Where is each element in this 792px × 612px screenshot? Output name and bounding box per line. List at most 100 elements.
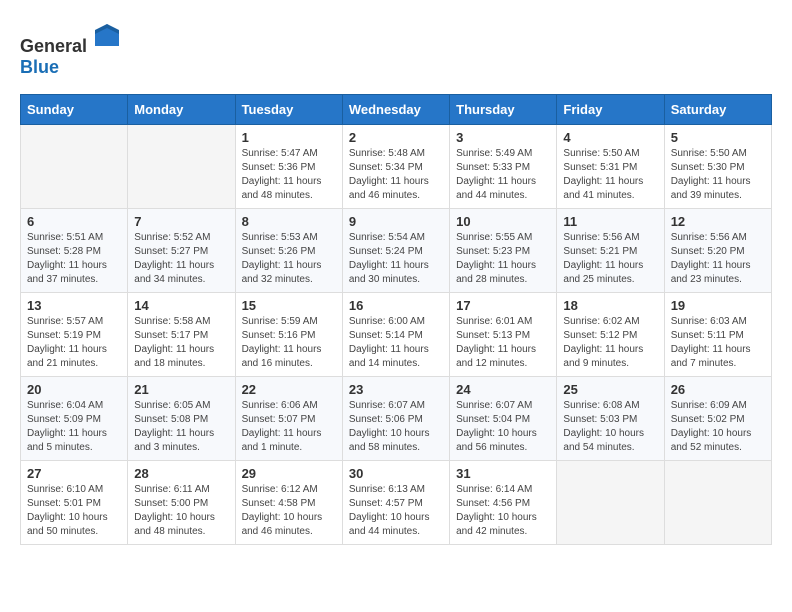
day-number: 28 bbox=[134, 466, 228, 481]
calendar-cell bbox=[664, 461, 771, 545]
day-info: Sunrise: 5:52 AM Sunset: 5:27 PM Dayligh… bbox=[134, 231, 228, 287]
day-number: 6 bbox=[27, 214, 121, 229]
day-info: Sunrise: 5:53 AM Sunset: 5:26 PM Dayligh… bbox=[242, 231, 336, 287]
weekday-wednesday: Wednesday bbox=[342, 95, 449, 125]
day-number: 4 bbox=[563, 130, 657, 145]
calendar-cell: 8 Sunrise: 5:53 AM Sunset: 5:26 PM Daylig… bbox=[235, 209, 342, 293]
calendar-cell: 12Sunrise: 5:56 AM Sunset: 5:20 PM Dayli… bbox=[664, 209, 771, 293]
day-number: 24 bbox=[456, 382, 550, 397]
day-number: 11 bbox=[563, 214, 657, 229]
day-number: 16 bbox=[349, 298, 443, 313]
day-number: 12 bbox=[671, 214, 765, 229]
calendar-cell: 24 Sunrise: 6:07 AM Sunset: 5:04 PM Dayli… bbox=[450, 377, 557, 461]
calendar-cell: 17 Sunrise: 6:01 AM Sunset: 5:13 PM Dayli… bbox=[450, 293, 557, 377]
day-info: Sunrise: 5:48 AM Sunset: 5:34 PM Dayligh… bbox=[349, 147, 443, 203]
calendar-cell: 11 Sunrise: 5:56 AM Sunset: 5:21 PM Dayli… bbox=[557, 209, 664, 293]
day-info: Sunrise: 5:58 AM Sunset: 5:17 PM Dayligh… bbox=[134, 315, 228, 371]
calendar-cell: 29Sunrise: 6:12 AM Sunset: 4:58 PM Dayli… bbox=[235, 461, 342, 545]
weekday-monday: Monday bbox=[128, 95, 235, 125]
calendar-cell: 3Sunrise: 5:49 AM Sunset: 5:33 PM Daylig… bbox=[450, 125, 557, 209]
day-info: Sunrise: 5:49 AM Sunset: 5:33 PM Dayligh… bbox=[456, 147, 550, 203]
calendar-cell: 30 Sunrise: 6:13 AM Sunset: 4:57 PM Dayli… bbox=[342, 461, 449, 545]
calendar-cell: 19 Sunrise: 6:03 AM Sunset: 5:11 PM Dayli… bbox=[664, 293, 771, 377]
calendar-cell: 14 Sunrise: 5:58 AM Sunset: 5:17 PM Dayli… bbox=[128, 293, 235, 377]
logo-icon bbox=[91, 20, 123, 52]
weekday-thursday: Thursday bbox=[450, 95, 557, 125]
day-info: Sunrise: 6:11 AM Sunset: 5:00 PM Dayligh… bbox=[134, 483, 228, 539]
day-info: Sunrise: 5:50 AM Sunset: 5:31 PM Dayligh… bbox=[563, 147, 657, 203]
calendar-cell bbox=[128, 125, 235, 209]
day-info: Sunrise: 6:07 AM Sunset: 5:04 PM Dayligh… bbox=[456, 399, 550, 455]
calendar-cell: 10Sunrise: 5:55 AM Sunset: 5:23 PM Dayli… bbox=[450, 209, 557, 293]
day-info: Sunrise: 6:01 AM Sunset: 5:13 PM Dayligh… bbox=[456, 315, 550, 371]
calendar-cell: 20 Sunrise: 6:04 AM Sunset: 5:09 PM Dayli… bbox=[21, 377, 128, 461]
day-number: 5 bbox=[671, 130, 765, 145]
day-number: 26 bbox=[671, 382, 765, 397]
week-row-4: 20 Sunrise: 6:04 AM Sunset: 5:09 PM Dayli… bbox=[21, 377, 772, 461]
day-info: Sunrise: 6:12 AM Sunset: 4:58 PM Dayligh… bbox=[242, 483, 336, 539]
calendar-cell: 26 Sunrise: 6:09 AM Sunset: 5:02 PM Dayli… bbox=[664, 377, 771, 461]
day-number: 15 bbox=[242, 298, 336, 313]
calendar-cell: 6 Sunrise: 5:51 AM Sunset: 5:28 PM Daylig… bbox=[21, 209, 128, 293]
day-number: 23 bbox=[349, 382, 443, 397]
weekday-header-row: SundayMondayTuesdayWednesdayThursdayFrid… bbox=[21, 95, 772, 125]
day-info: Sunrise: 6:02 AM Sunset: 5:12 PM Dayligh… bbox=[563, 315, 657, 371]
day-info: Sunrise: 5:56 AM Sunset: 5:21 PM Dayligh… bbox=[563, 231, 657, 287]
day-info: Sunrise: 6:04 AM Sunset: 5:09 PM Dayligh… bbox=[27, 399, 121, 455]
calendar-cell bbox=[21, 125, 128, 209]
day-info: Sunrise: 6:13 AM Sunset: 4:57 PM Dayligh… bbox=[349, 483, 443, 539]
calendar-cell: 9Sunrise: 5:54 AM Sunset: 5:24 PM Daylig… bbox=[342, 209, 449, 293]
day-number: 7 bbox=[134, 214, 228, 229]
day-info: Sunrise: 6:10 AM Sunset: 5:01 PM Dayligh… bbox=[27, 483, 121, 539]
day-info: Sunrise: 5:50 AM Sunset: 5:30 PM Dayligh… bbox=[671, 147, 765, 203]
calendar-cell: 7 Sunrise: 5:52 AM Sunset: 5:27 PM Daylig… bbox=[128, 209, 235, 293]
day-info: Sunrise: 5:54 AM Sunset: 5:24 PM Dayligh… bbox=[349, 231, 443, 287]
calendar-cell: 13 Sunrise: 5:57 AM Sunset: 5:19 PM Dayli… bbox=[21, 293, 128, 377]
calendar-cell: 22Sunrise: 6:06 AM Sunset: 5:07 PM Dayli… bbox=[235, 377, 342, 461]
calendar-cell: 21Sunrise: 6:05 AM Sunset: 5:08 PM Dayli… bbox=[128, 377, 235, 461]
weekday-friday: Friday bbox=[557, 95, 664, 125]
calendar-cell: 25Sunrise: 6:08 AM Sunset: 5:03 PM Dayli… bbox=[557, 377, 664, 461]
day-number: 8 bbox=[242, 214, 336, 229]
page-header: General Blue bbox=[20, 20, 772, 78]
weekday-saturday: Saturday bbox=[664, 95, 771, 125]
day-number: 17 bbox=[456, 298, 550, 313]
day-number: 31 bbox=[456, 466, 550, 481]
day-number: 19 bbox=[671, 298, 765, 313]
week-row-2: 6 Sunrise: 5:51 AM Sunset: 5:28 PM Daylig… bbox=[21, 209, 772, 293]
day-info: Sunrise: 6:00 AM Sunset: 5:14 PM Dayligh… bbox=[349, 315, 443, 371]
calendar-cell: 2 Sunrise: 5:48 AM Sunset: 5:34 PM Daylig… bbox=[342, 125, 449, 209]
week-row-3: 13 Sunrise: 5:57 AM Sunset: 5:19 PM Dayli… bbox=[21, 293, 772, 377]
day-info: Sunrise: 5:57 AM Sunset: 5:19 PM Dayligh… bbox=[27, 315, 121, 371]
day-info: Sunrise: 5:59 AM Sunset: 5:16 PM Dayligh… bbox=[242, 315, 336, 371]
week-row-1: 1 Sunrise: 5:47 AM Sunset: 5:36 PM Daylig… bbox=[21, 125, 772, 209]
day-info: Sunrise: 6:08 AM Sunset: 5:03 PM Dayligh… bbox=[563, 399, 657, 455]
day-number: 1 bbox=[242, 130, 336, 145]
calendar-cell: 15 Sunrise: 5:59 AM Sunset: 5:16 PM Dayli… bbox=[235, 293, 342, 377]
logo-blue: Blue bbox=[20, 57, 59, 77]
calendar-cell: 27 Sunrise: 6:10 AM Sunset: 5:01 PM Dayli… bbox=[21, 461, 128, 545]
day-number: 10 bbox=[456, 214, 550, 229]
day-info: Sunrise: 6:03 AM Sunset: 5:11 PM Dayligh… bbox=[671, 315, 765, 371]
day-number: 20 bbox=[27, 382, 121, 397]
day-info: Sunrise: 5:47 AM Sunset: 5:36 PM Dayligh… bbox=[242, 147, 336, 203]
calendar-body: 1 Sunrise: 5:47 AM Sunset: 5:36 PM Daylig… bbox=[21, 125, 772, 545]
day-number: 2 bbox=[349, 130, 443, 145]
calendar-cell: 4 Sunrise: 5:50 AM Sunset: 5:31 PM Daylig… bbox=[557, 125, 664, 209]
day-info: Sunrise: 5:51 AM Sunset: 5:28 PM Dayligh… bbox=[27, 231, 121, 287]
day-number: 30 bbox=[349, 466, 443, 481]
logo: General Blue bbox=[20, 20, 123, 78]
calendar-cell: 31Sunrise: 6:14 AM Sunset: 4:56 PM Dayli… bbox=[450, 461, 557, 545]
calendar-cell: 28 Sunrise: 6:11 AM Sunset: 5:00 PM Dayli… bbox=[128, 461, 235, 545]
day-number: 27 bbox=[27, 466, 121, 481]
day-number: 14 bbox=[134, 298, 228, 313]
week-row-5: 27 Sunrise: 6:10 AM Sunset: 5:01 PM Dayli… bbox=[21, 461, 772, 545]
calendar-cell: 18 Sunrise: 6:02 AM Sunset: 5:12 PM Dayli… bbox=[557, 293, 664, 377]
day-number: 13 bbox=[27, 298, 121, 313]
day-number: 18 bbox=[563, 298, 657, 313]
calendar-cell: 1 Sunrise: 5:47 AM Sunset: 5:36 PM Daylig… bbox=[235, 125, 342, 209]
calendar-cell bbox=[557, 461, 664, 545]
day-info: Sunrise: 6:05 AM Sunset: 5:08 PM Dayligh… bbox=[134, 399, 228, 455]
calendar-table: SundayMondayTuesdayWednesdayThursdayFrid… bbox=[20, 94, 772, 545]
day-info: Sunrise: 6:09 AM Sunset: 5:02 PM Dayligh… bbox=[671, 399, 765, 455]
